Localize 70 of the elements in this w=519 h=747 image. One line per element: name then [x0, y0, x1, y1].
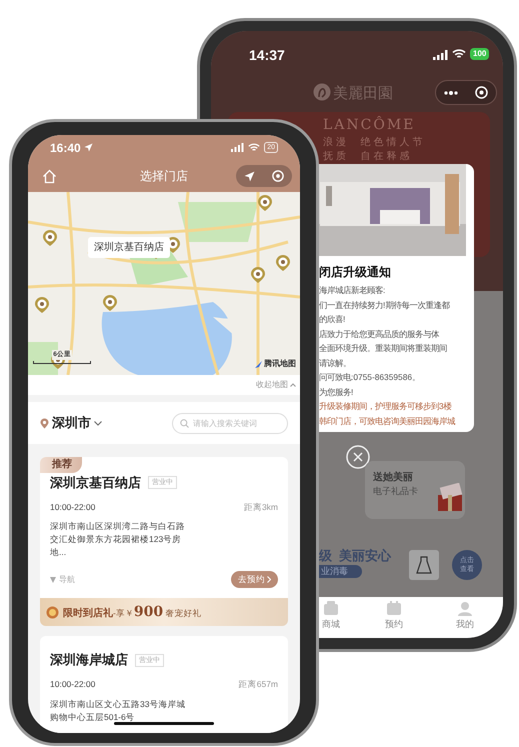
opening-hours: 10:00-22:00: [50, 678, 96, 690]
location-arrow-icon: [84, 143, 93, 152]
tab-label[interactable]: 商城: [322, 618, 340, 632]
signal-icon: [433, 50, 449, 60]
notice-title: 闭店升级通知: [319, 264, 392, 280]
scale-bar: [33, 360, 91, 364]
city-selector[interactable]: 深圳市: [40, 413, 102, 433]
battery-level: 100: [470, 48, 490, 60]
search-icon[interactable]: [180, 418, 189, 428]
capsule-menu[interactable]: [435, 80, 497, 105]
collapse-map-button[interactable]: 收起地图: [256, 379, 296, 391]
mall-icon[interactable]: [322, 600, 340, 616]
search-field[interactable]: 请输入搜索关键词: [172, 412, 288, 434]
more-icon[interactable]: [444, 90, 458, 94]
map-drawing[interactable]: [28, 192, 300, 375]
close-target-icon[interactable]: [474, 86, 488, 99]
promo-banner[interactable]: 限时到店礼-享￥900 奢宠好礼: [40, 598, 288, 626]
notice-text: 为您服务!: [319, 386, 354, 398]
opening-hours: 10:00-22:00: [50, 500, 96, 514]
page-title: 选择门店: [140, 168, 188, 185]
navigate-link[interactable]: 导航: [50, 574, 75, 586]
book-button[interactable]: 去预约: [231, 571, 278, 588]
notice-text: 们一直在持续努力!期待每一次重逢都: [319, 298, 451, 312]
map-attribution: 腾讯地图: [264, 358, 296, 370]
triangle-icon[interactable]: [50, 576, 56, 583]
notice-text: 店致力于给您更高品质的服务与体: [319, 328, 440, 340]
map-logo-icon: [255, 360, 262, 368]
store-name: 深圳京基百纳店: [50, 474, 141, 492]
chevron-down-icon[interactable]: [94, 420, 102, 426]
home-icon[interactable]: [42, 168, 57, 184]
banner-text: 浪漫 绝色情人节: [323, 136, 426, 150]
notice-text: 请谅解。: [319, 356, 352, 370]
distance: 距离657m: [238, 678, 278, 690]
promo-text: 限时到店礼-享￥900 奢宠好礼: [63, 602, 202, 622]
safety-title: 级 美丽安心: [319, 547, 392, 565]
wifi-icon: [248, 143, 260, 152]
location-arrow-icon[interactable]: [244, 170, 256, 182]
store-address: 深圳市南山区文心五路33号海岸城购物中心五层501-6号: [50, 698, 186, 724]
banner-title: LANCÔME: [323, 115, 416, 135]
notice-text: 问可致电:0755-86359586。: [319, 371, 422, 384]
booking-icon[interactable]: [385, 600, 403, 616]
logo-icon: [313, 83, 331, 101]
status-time: 16:40: [50, 140, 81, 156]
recommend-badge: 推荐: [40, 457, 82, 473]
store-name: 深圳海岸城店: [50, 651, 128, 670]
tab-label[interactable]: 预约: [385, 618, 403, 632]
wifi-icon: [452, 49, 466, 59]
chevron-up-icon[interactable]: [290, 383, 296, 387]
tab-label[interactable]: 我的: [456, 618, 474, 632]
map-callout: 深圳京基百纳店: [88, 237, 170, 258]
signal-icon: [231, 143, 244, 152]
spray-bottle-icon: [408, 549, 440, 581]
chevron-right-icon[interactable]: [267, 576, 271, 584]
notice-text: 的欣喜!: [319, 313, 346, 326]
location-pin-icon[interactable]: [40, 418, 49, 428]
gift-box-icon: [435, 483, 465, 511]
close-icon[interactable]: [346, 445, 370, 469]
status-time: 14:37: [249, 46, 285, 65]
notice-text: 海岸城店新老顾客:: [319, 284, 386, 297]
safety-tag: 业消毒: [319, 565, 362, 578]
banner-text: 抚质 自在释感: [323, 150, 413, 164]
distance: 距离3km: [244, 500, 278, 514]
coin-icon: [46, 606, 59, 619]
notice-text: 全面环境升级。重装期间将重装期间: [319, 342, 448, 355]
store-address: 深圳市南山区深圳湾二路与白石路交汇处御景东方花园裙楼123号房地...: [50, 520, 186, 560]
gift-card-subtitle: 电子礼品卡: [373, 485, 418, 498]
gift-card-title: 送她美丽: [373, 470, 413, 485]
notice-text: 韩印门店，可致电咨询美丽田园海岸城: [319, 414, 456, 428]
profile-icon[interactable]: [456, 600, 474, 616]
notice-text: 升级装修期间，护理服务可移步到3楼: [319, 400, 453, 413]
